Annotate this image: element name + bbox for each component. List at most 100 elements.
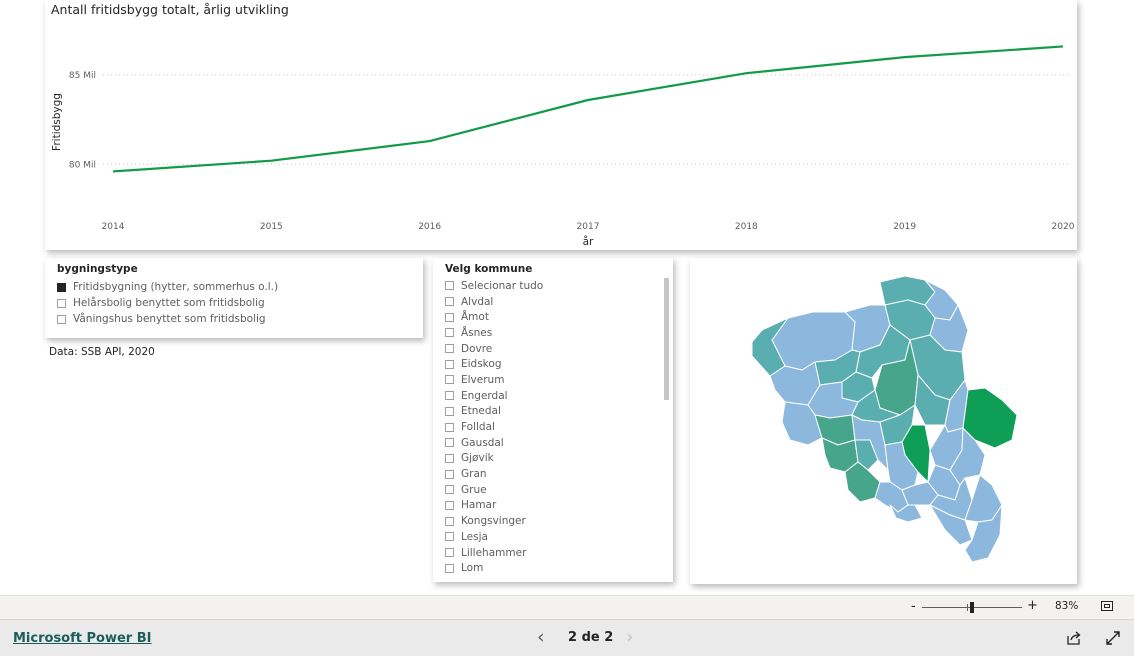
x-tick-label: 2018 [735,222,758,232]
slicer-option-fritidsbygning[interactable]: Fritidsbygning (hytter, sommerhus o.l.) [57,279,278,295]
option-label: Lom [461,562,484,575]
zoom-slider-center-tick [967,604,968,611]
slicer-option-helarsbolig[interactable]: Helårsbolig benyttet som fritidsbolig [57,295,278,311]
option-label: Eidskog [461,358,502,371]
kommune-option[interactable]: Åmot [445,309,543,325]
power-bi-link[interactable]: Microsoft Power BI [13,631,151,646]
checkbox[interactable] [445,548,454,558]
x-tick-label: 2019 [893,222,916,232]
kommune-option[interactable]: Eidskog [445,356,543,372]
checkbox[interactable] [445,500,454,510]
checkbox[interactable] [445,485,454,495]
kommune-option[interactable]: Elverum [445,372,543,388]
zoom-bar: - + 83% [0,595,1134,620]
option-label: Gran [461,468,487,481]
checkbox[interactable] [445,328,454,338]
series-line [112,45,1064,173]
checkbox[interactable] [445,532,454,542]
checkbox[interactable] [445,438,454,448]
option-label: Åmot [461,311,489,324]
line-chart: 80 Mil 85 Mil 2014 2015 2016 2017 2018 2019 2020… [51,45,1075,248]
page-indicator: 2 de 2 [568,630,614,645]
kommune-option[interactable]: Kongsvinger [445,513,543,529]
kommune-option[interactable]: Engerdal [445,388,543,404]
checkbox[interactable] [445,406,454,416]
checkbox[interactable] [445,516,454,526]
y-tick-label: 85 Mil [69,71,96,81]
kommune-option[interactable]: Lom [445,560,543,576]
option-label: Lesja [461,530,488,543]
kommune-option[interactable]: Alvdal [445,294,543,310]
choropleth-map [751,275,1018,563]
map-region[interactable] [844,461,881,503]
zoom-level: 83% [1055,600,1079,612]
zoom-out-button[interactable]: - [911,599,916,614]
option-label: Hamar [461,499,497,512]
fullscreen-icon[interactable] [1105,630,1121,646]
map-visual[interactable] [690,258,1077,584]
option-label: Våningshus benyttet som fritidsbolig [73,313,266,325]
option-label: Alvdal [461,295,494,308]
checkbox[interactable] [445,359,454,369]
x-axis-title: år [583,235,594,248]
slicer-option-vaningshus[interactable]: Våningshus benyttet som fritidsbolig [57,311,278,327]
option-label: Selecionar tudo [461,279,544,292]
option-label: Gjøvik [461,452,494,465]
option-label: Grue [461,483,487,496]
x-tick-label: 2014 [102,222,125,232]
kommune-option[interactable]: Selecionar tudo [445,278,543,294]
kommune-option[interactable]: Folldal [445,419,543,435]
checkbox[interactable] [57,282,66,292]
scrollbar-thumb[interactable] [664,278,669,400]
kommune-option[interactable]: Åsnes [445,325,543,341]
slicer-title: bygningstype [57,263,138,275]
y-tick-label: 80 Mil [69,160,96,170]
fit-to-page-icon[interactable] [1101,601,1113,611]
y-axis-title: Fritidsbygg [51,93,63,151]
checkbox[interactable] [445,563,454,573]
checkbox[interactable] [445,375,454,385]
zoom-slider[interactable] [922,602,1022,613]
x-tick-label: 2016 [418,222,441,232]
kommune-option[interactable]: Gausdal [445,435,543,451]
source-text: Data: SSB API, 2020 [49,346,155,358]
map-region[interactable] [814,414,856,446]
option-label: Folldal [461,421,495,434]
option-label: Helårsbolig benyttet som fritidsbolig [73,297,265,309]
checkbox[interactable] [57,314,66,324]
line-chart-visual[interactable]: Antall fritidsbygg totalt, årlig utvikli… [45,0,1077,250]
bygningstype-slicer: bygningstype Fritidsbygning (hytter, som… [45,258,423,338]
checkbox[interactable] [57,298,66,308]
checkbox[interactable] [445,344,454,354]
checkbox[interactable] [445,297,454,307]
option-label: Kongsvinger [461,515,526,528]
checkbox[interactable] [445,391,454,401]
previous-page-button[interactable]: ‹ [537,626,545,648]
option-label: Gausdal [461,436,504,449]
option-label: Dovre [461,342,493,355]
checkbox[interactable] [445,312,454,322]
share-icon[interactable] [1066,630,1082,646]
kommune-option[interactable]: Grue [445,482,543,498]
kommune-option[interactable]: Hamar [445,498,543,514]
checkbox[interactable] [445,422,454,432]
zoom-in-button[interactable]: + [1027,598,1038,613]
footer-bar: Microsoft Power BI ‹ 2 de 2 › [0,619,1134,656]
kommune-option[interactable]: Etnedal [445,404,543,420]
kommune-option[interactable]: Lillehammer [445,545,543,561]
zoom-slider-thumb[interactable] [970,602,974,613]
kommune-slicer: Velg kommune Selecionar tudo Alvdal Åmot Ås… [433,258,673,582]
x-tick-label: 2020 [1052,222,1075,232]
slicer-title: Velg kommune [445,263,533,275]
option-label: Lillehammer [461,546,527,559]
kommune-option[interactable]: Dovre [445,341,543,357]
x-tick-label: 2015 [260,222,283,232]
checkbox[interactable] [445,469,454,479]
next-page-button[interactable]: › [626,626,634,648]
kommune-option[interactable]: Gran [445,466,543,482]
checkbox[interactable] [445,281,454,291]
kommune-option[interactable]: Lesja [445,529,543,545]
checkbox[interactable] [445,453,454,463]
option-label: Etnedal [461,405,501,418]
kommune-option[interactable]: Gjøvik [445,451,543,467]
